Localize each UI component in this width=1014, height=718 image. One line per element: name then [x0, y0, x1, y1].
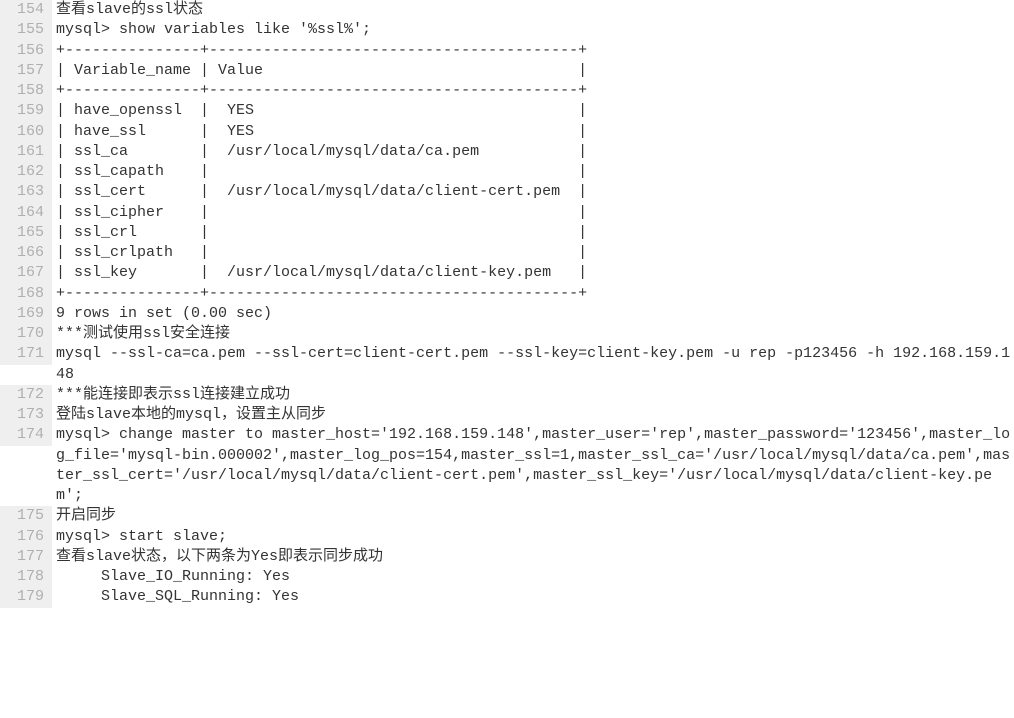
code-line: 172***能连接即表示ssl连接建立成功 — [0, 385, 1014, 405]
line-content: 查看slave的ssl状态 — [52, 0, 1014, 20]
code-line: 173登陆slave本地的mysql，设置主从同步 — [0, 405, 1014, 425]
line-content: Slave_IO_Running: Yes — [52, 567, 1014, 587]
code-line: 155mysql> show variables like '%ssl%'; — [0, 20, 1014, 40]
line-number: 179 — [0, 587, 52, 607]
line-number: 177 — [0, 547, 52, 567]
line-content: mysql> change master to master_host='192… — [52, 425, 1014, 506]
line-number: 164 — [0, 203, 52, 223]
line-number: 175 — [0, 506, 52, 526]
code-line: 159| have_openssl | YES | — [0, 101, 1014, 121]
code-line: 158+---------------+--------------------… — [0, 81, 1014, 101]
line-content: | ssl_capath | | — [52, 162, 1014, 182]
line-number: 167 — [0, 263, 52, 283]
line-content: ***能连接即表示ssl连接建立成功 — [52, 385, 1014, 405]
line-number: 166 — [0, 243, 52, 263]
code-line: 157| Variable_name | Value | — [0, 61, 1014, 81]
line-number: 163 — [0, 182, 52, 202]
code-line: 168+---------------+--------------------… — [0, 284, 1014, 304]
line-number: 162 — [0, 162, 52, 182]
code-line: 165| ssl_crl | | — [0, 223, 1014, 243]
line-content: Slave_SQL_Running: Yes — [52, 587, 1014, 607]
code-line: 1699 rows in set (0.00 sec) — [0, 304, 1014, 324]
line-number: 159 — [0, 101, 52, 121]
line-number: 155 — [0, 20, 52, 40]
code-line: 176mysql> start slave; — [0, 527, 1014, 547]
line-number: 160 — [0, 122, 52, 142]
line-number: 169 — [0, 304, 52, 324]
line-number: 154 — [0, 0, 52, 20]
line-content: | have_openssl | YES | — [52, 101, 1014, 121]
code-line: 163| ssl_cert | /usr/local/mysql/data/cl… — [0, 182, 1014, 202]
line-content: 查看slave状态，以下两条为Yes即表示同步成功 — [52, 547, 1014, 567]
line-content: | ssl_ca | /usr/local/mysql/data/ca.pem … — [52, 142, 1014, 162]
line-content: 开启同步 — [52, 506, 1014, 526]
code-line: 175开启同步 — [0, 506, 1014, 526]
line-content: 登陆slave本地的mysql，设置主从同步 — [52, 405, 1014, 425]
line-number: 170 — [0, 324, 52, 344]
code-block: 154查看slave的ssl状态155mysql> show variables… — [0, 0, 1014, 608]
line-number: 173 — [0, 405, 52, 425]
line-number: 172 — [0, 385, 52, 405]
code-line: 171mysql --ssl-ca=ca.pem --ssl-cert=clie… — [0, 344, 1014, 385]
line-number: 165 — [0, 223, 52, 243]
line-content: | have_ssl | YES | — [52, 122, 1014, 142]
line-number: 158 — [0, 81, 52, 101]
line-content: | Variable_name | Value | — [52, 61, 1014, 81]
code-line: 177查看slave状态，以下两条为Yes即表示同步成功 — [0, 547, 1014, 567]
code-line: 162| ssl_capath | | — [0, 162, 1014, 182]
line-content: mysql --ssl-ca=ca.pem --ssl-cert=client-… — [52, 344, 1014, 385]
line-content: | ssl_crlpath | | — [52, 243, 1014, 263]
line-content: +---------------+-----------------------… — [52, 284, 1014, 304]
code-line: 170***测试使用ssl安全连接 — [0, 324, 1014, 344]
line-number: 157 — [0, 61, 52, 81]
line-number: 171 — [0, 344, 52, 364]
line-number: 168 — [0, 284, 52, 304]
line-content: ***测试使用ssl安全连接 — [52, 324, 1014, 344]
code-line: 160| have_ssl | YES | — [0, 122, 1014, 142]
line-content: 9 rows in set (0.00 sec) — [52, 304, 1014, 324]
line-number: 174 — [0, 425, 52, 445]
code-line: 154查看slave的ssl状态 — [0, 0, 1014, 20]
line-number: 161 — [0, 142, 52, 162]
code-line: 167| ssl_key | /usr/local/mysql/data/cli… — [0, 263, 1014, 283]
code-line: 174mysql> change master to master_host='… — [0, 425, 1014, 506]
code-line: 179 Slave_SQL_Running: Yes — [0, 587, 1014, 607]
code-line: 156+---------------+--------------------… — [0, 41, 1014, 61]
line-content: | ssl_crl | | — [52, 223, 1014, 243]
line-content: | ssl_cipher | | — [52, 203, 1014, 223]
code-line: 166| ssl_crlpath | | — [0, 243, 1014, 263]
line-content: mysql> start slave; — [52, 527, 1014, 547]
code-line: 161| ssl_ca | /usr/local/mysql/data/ca.p… — [0, 142, 1014, 162]
line-content: | ssl_cert | /usr/local/mysql/data/clien… — [52, 182, 1014, 202]
line-content: +---------------+-----------------------… — [52, 81, 1014, 101]
line-content: mysql> show variables like '%ssl%'; — [52, 20, 1014, 40]
code-line: 178 Slave_IO_Running: Yes — [0, 567, 1014, 587]
line-content: | ssl_key | /usr/local/mysql/data/client… — [52, 263, 1014, 283]
line-number: 156 — [0, 41, 52, 61]
code-line: 164| ssl_cipher | | — [0, 203, 1014, 223]
line-content: +---------------+-----------------------… — [52, 41, 1014, 61]
line-number: 178 — [0, 567, 52, 587]
line-number: 176 — [0, 527, 52, 547]
